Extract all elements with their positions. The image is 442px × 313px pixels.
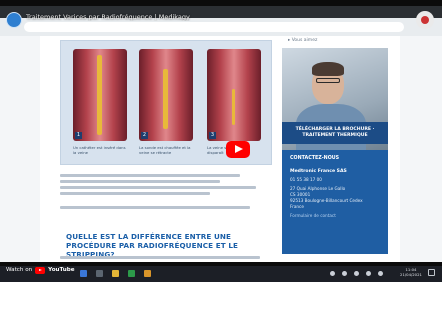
glasses-icon — [316, 78, 340, 83]
network-icon — [366, 270, 371, 276]
search-icon — [96, 270, 103, 277]
sidebar-menu-label: ▸ Vous aimez — [288, 38, 318, 43]
body-text-line — [60, 180, 220, 183]
start-icon — [80, 270, 87, 277]
app-icon — [128, 270, 135, 277]
contact-title: CONTACTEZ-NOUS — [290, 156, 340, 161]
clock-date: 21/04/2021 — [400, 272, 422, 277]
brochure-download-banner: TÉLÉCHARGER LA BROCHURE · TRAITEMENT THE… — [282, 122, 388, 144]
recorded-webpage: 1 2 3 Un cathéter est inséré dans la vei… — [40, 36, 400, 262]
folder-icon — [112, 270, 119, 277]
taskbar-clock: 11:04 21/04/2021 — [399, 267, 423, 277]
contact-box: CONTACTEZ-NOUS Medtronic France SAS 01 5… — [282, 150, 388, 254]
vein-illustration-2: 2 — [139, 49, 193, 141]
wifi-icon — [330, 270, 335, 276]
body-text-line — [60, 186, 256, 189]
step-badge-1: 1 — [75, 132, 82, 139]
vein-illustration-3: 3 — [207, 49, 261, 141]
catheter-shape — [232, 89, 235, 125]
recorded-browser-chrome — [0, 6, 442, 36]
video-player[interactable]: 1 2 3 Un cathéter est inséré dans la vei… — [0, 0, 442, 282]
catheter-shape — [163, 69, 168, 129]
recorded-address-bar — [24, 22, 404, 32]
vein-illustration-1: 1 — [73, 49, 127, 141]
share-icon[interactable] — [416, 11, 434, 29]
body-text-line — [60, 192, 210, 195]
caption-step-1: Un cathéter est inséré dans la veine — [73, 145, 126, 155]
contact-form-link: Formulaire de contact — [290, 213, 336, 218]
caption-step-2: La sonde est chauffée et la veine se rét… — [139, 145, 191, 155]
section-heading: QUELLE EST LA DIFFÉRENCE ENTRE UNE PROCÉ… — [66, 232, 239, 259]
channel-avatar[interactable] — [6, 12, 22, 28]
catheter-shape — [97, 55, 102, 135]
body-text-line — [60, 206, 250, 209]
notification-icon — [428, 269, 435, 276]
youtube-logo-icon — [35, 266, 46, 274]
person-hair — [312, 62, 344, 76]
page-left-gutter — [0, 36, 40, 262]
youtube-wordmark: YouTube — [48, 267, 75, 273]
page-right-gutter — [400, 36, 442, 262]
contact-company: Medtronic France SAS — [290, 169, 347, 174]
step-badge-2: 2 — [141, 132, 148, 139]
watch-on-youtube-button[interactable]: Watch on YouTube — [6, 265, 75, 275]
video-title[interactable]: Traitement Varices par Radiofréquence | … — [26, 13, 256, 21]
watch-on-label: Watch on — [6, 267, 33, 273]
play-icon[interactable] — [226, 141, 250, 158]
app-icon — [144, 270, 151, 277]
body-text-line — [60, 256, 260, 259]
battery-icon — [354, 270, 359, 276]
volume-icon — [342, 270, 347, 276]
body-text-line — [60, 174, 240, 177]
step-badge-3: 3 — [209, 132, 216, 139]
contact-phone: 01 55 38 17 00 — [290, 177, 322, 182]
contact-address-line: France — [290, 204, 304, 209]
system-tray — [330, 268, 383, 278]
language-icon — [378, 270, 383, 276]
